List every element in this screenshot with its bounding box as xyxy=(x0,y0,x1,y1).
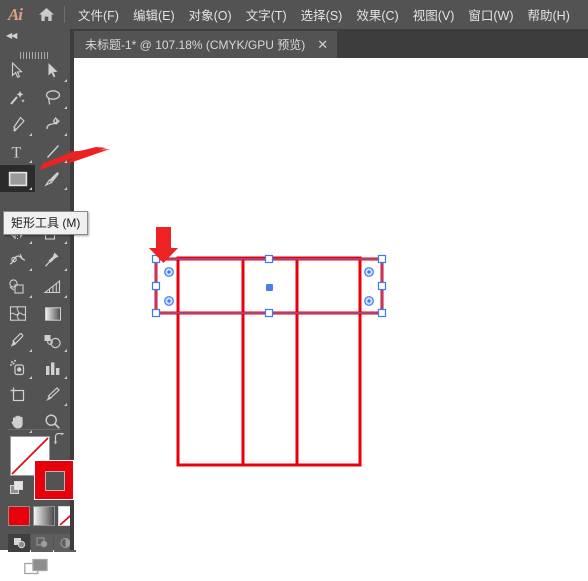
lasso-tool[interactable] xyxy=(35,84,70,111)
tool-row xyxy=(0,273,70,300)
draw-behind-mode[interactable] xyxy=(31,534,53,552)
artboard-tool[interactable] xyxy=(0,381,35,408)
close-icon[interactable]: ✕ xyxy=(317,38,328,51)
menu-view[interactable]: 视图(V) xyxy=(406,0,462,29)
tool-group-indicator xyxy=(29,133,32,136)
default-fill-stroke-icon[interactable] xyxy=(10,481,24,495)
curvature-tool[interactable] xyxy=(35,111,70,138)
toolbar-drag-handle[interactable] xyxy=(20,46,50,59)
menu-help[interactable]: 帮助(H) xyxy=(521,0,577,29)
blend-tool[interactable] xyxy=(35,327,70,354)
paintbrush-tool[interactable] xyxy=(35,165,70,192)
tool-row xyxy=(0,246,70,273)
slice-tool[interactable] xyxy=(35,381,70,408)
gradient-swatch[interactable] xyxy=(33,506,55,526)
tool-tooltip: 矩形工具 (M) xyxy=(3,211,89,235)
type-tool[interactable]: T xyxy=(0,138,35,165)
toolbar-divider xyxy=(8,429,62,430)
shape-builder-tool[interactable] xyxy=(0,273,35,300)
swap-fill-stroke-icon[interactable] xyxy=(53,431,66,448)
tool-group-indicator xyxy=(29,376,32,379)
tool-grid: T xyxy=(0,57,70,435)
document-tab[interactable]: 未标题-1* @ 107.18% (CMYK/GPU 预览) ✕ xyxy=(74,31,338,58)
magic-wand-tool[interactable] xyxy=(0,84,35,111)
tools-panel: ◀◀ T 矩形工具 (M) xyxy=(0,29,89,575)
shape-center-point xyxy=(266,284,273,291)
home-icon[interactable] xyxy=(30,0,62,29)
color-swatch[interactable] xyxy=(8,506,30,526)
tool-row xyxy=(0,111,70,138)
draw-normal-mode[interactable] xyxy=(8,534,30,552)
menu-select[interactable]: 选择(S) xyxy=(294,0,350,29)
tool-group-indicator xyxy=(64,160,67,163)
tool-row xyxy=(0,381,70,408)
illustrator-window: Ai 文件(F) 编辑(E) 对象(O) 文字(T) 选择(S) 效果(C) 视… xyxy=(0,0,588,575)
stroke-color-swatch[interactable] xyxy=(34,460,74,500)
tool-group-indicator xyxy=(64,376,67,379)
tool-group-indicator xyxy=(64,187,67,190)
tool-row xyxy=(0,84,70,111)
menu-effect[interactable]: 效果(C) xyxy=(349,0,405,29)
tool-group-indicator xyxy=(29,430,32,433)
line-segment-tool[interactable] xyxy=(35,138,70,165)
tool-group-indicator xyxy=(29,268,32,271)
tool-group-indicator xyxy=(64,403,67,406)
menu-window[interactable]: 窗口(W) xyxy=(461,0,520,29)
svg-text:T: T xyxy=(12,145,22,161)
menu-bar: Ai 文件(F) 编辑(E) 对象(O) 文字(T) 选择(S) 效果(C) 视… xyxy=(0,0,588,29)
drawing-mode-buttons xyxy=(8,534,76,552)
zoom-tool[interactable] xyxy=(35,408,70,435)
column-graph-tool[interactable] xyxy=(35,354,70,381)
menu-divider xyxy=(64,6,65,23)
tool-group-indicator xyxy=(29,241,32,244)
app-logo: Ai xyxy=(7,4,23,24)
collapse-left-icon[interactable]: ◀◀ xyxy=(6,31,17,40)
tool-group-indicator xyxy=(64,79,67,82)
eyedropper-tool[interactable] xyxy=(0,327,35,354)
tool-group-indicator xyxy=(64,133,67,136)
gradient-tool[interactable] xyxy=(35,300,70,327)
symbol-sprayer-tool[interactable] xyxy=(0,354,35,381)
artwork xyxy=(151,254,387,467)
tool-group-indicator xyxy=(29,187,32,190)
menu-edit[interactable]: 编辑(E) xyxy=(126,0,182,29)
tool-group-indicator xyxy=(64,268,67,271)
tool-group-indicator xyxy=(64,241,67,244)
rectangle-tool[interactable] xyxy=(0,165,35,192)
tool-group-indicator xyxy=(64,106,67,109)
menu-object[interactable]: 对象(O) xyxy=(182,0,239,29)
mesh-tool[interactable] xyxy=(0,300,35,327)
tool-row xyxy=(0,165,70,192)
tool-group-indicator xyxy=(64,349,67,352)
perspective-grid-tool[interactable] xyxy=(35,273,70,300)
menu-type[interactable]: 文字(T) xyxy=(239,0,294,29)
pen-tool[interactable] xyxy=(0,111,35,138)
tool-row xyxy=(0,327,70,354)
tool-row xyxy=(0,57,70,84)
tool-row: T xyxy=(0,138,70,165)
direct-selection-tool[interactable] xyxy=(35,57,70,84)
width-tool[interactable] xyxy=(0,246,35,273)
document-tab-bar: 未标题-1* @ 107.18% (CMYK/GPU 预览) ✕ xyxy=(74,29,588,58)
tool-group-indicator xyxy=(29,160,32,163)
toolbar-collapse-row[interactable]: ◀◀ xyxy=(0,29,70,42)
free-transform-tool[interactable] xyxy=(35,246,70,273)
stroke-inner xyxy=(45,471,65,491)
tool-group-indicator xyxy=(64,295,67,298)
tool-row xyxy=(0,408,70,435)
tool-row xyxy=(0,300,70,327)
menu-file[interactable]: 文件(F) xyxy=(71,0,126,29)
selection-tool[interactable] xyxy=(0,57,35,84)
document-tab-title: 未标题-1* @ 107.18% (CMYK/GPU 预览) xyxy=(85,38,306,52)
tool-group-indicator xyxy=(29,295,32,298)
screen-mode-icon[interactable] xyxy=(24,558,50,581)
tool-row xyxy=(0,354,70,381)
tool-group-indicator xyxy=(29,349,32,352)
hand-tool[interactable] xyxy=(0,408,35,435)
canvas-area[interactable] xyxy=(74,58,588,550)
